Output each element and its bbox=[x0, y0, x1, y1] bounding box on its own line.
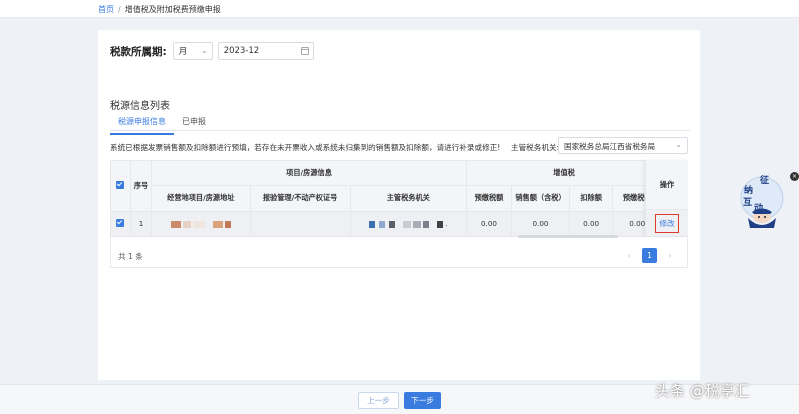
tab-declared[interactable]: 已申报 bbox=[174, 114, 214, 135]
authority-label: 主管税务机关: bbox=[511, 143, 560, 152]
project-group-header: 项目/房源信息 bbox=[151, 161, 467, 186]
period-date-value: 2023-12 bbox=[223, 46, 260, 56]
row-permit bbox=[250, 211, 351, 237]
redacted-block bbox=[192, 220, 205, 228]
row-prepay-tax: 0.00 bbox=[466, 211, 513, 237]
mascot-char-2: 纳 bbox=[744, 184, 753, 196]
redacted-block bbox=[389, 220, 396, 228]
tax-source-table: 序号 项目/房源信息 增值税 附 经营地项目/房源地址 报验管理/不动产权证号 … bbox=[110, 160, 688, 268]
vat-group-header: 增值税 bbox=[466, 161, 663, 186]
chevron-down-icon: ⌄ bbox=[201, 46, 208, 55]
authority-header: 主管税务机关 bbox=[350, 185, 467, 212]
row-site-redacted bbox=[151, 211, 251, 237]
prev-step-button[interactable]: 上一步 bbox=[358, 392, 399, 409]
prev-page-button[interactable]: ‹ bbox=[622, 251, 636, 260]
mascot-char-1: 征 bbox=[760, 174, 769, 186]
redacted-block bbox=[403, 220, 412, 228]
list-title: 税源信息列表 bbox=[110, 101, 170, 112]
authority-value: 国家税务总局江西省税务局 bbox=[564, 142, 656, 151]
tab-bar: 税源申报信息 已申报 bbox=[110, 114, 214, 135]
row-checkbox[interactable] bbox=[116, 218, 125, 227]
redacted-block bbox=[182, 220, 191, 228]
calendar-icon bbox=[300, 47, 309, 55]
tab-source-declaration[interactable]: 税源申报信息 bbox=[110, 114, 174, 135]
redacted-block bbox=[369, 220, 376, 228]
seq-header: 序号 bbox=[130, 161, 153, 212]
tax-period-row: 税款所属期: 月 ⌄ 2023-12 bbox=[110, 42, 314, 60]
total-count: 共 1 条 bbox=[118, 252, 143, 261]
row-sales: 0.00 bbox=[511, 211, 570, 237]
mascot-char-3: 互 bbox=[743, 197, 752, 208]
row-checkbox-cell bbox=[111, 211, 131, 237]
redacted-block bbox=[423, 220, 430, 228]
period-date-input[interactable]: 2023-12 bbox=[217, 42, 314, 60]
horizontal-scrollbar[interactable] bbox=[518, 235, 618, 238]
prefill-notice: 系统已根据发票销售额及扣除额进行预填，若存在未开票收入或系统未归集到的销售额及扣… bbox=[110, 143, 501, 152]
mascot-char-4: 动 bbox=[754, 203, 763, 214]
sales-header: 销售额（含税） bbox=[511, 185, 570, 212]
select-all-checkbox[interactable] bbox=[116, 180, 125, 189]
redacted-block bbox=[413, 220, 422, 228]
tax-period-label: 税款所属期: bbox=[110, 45, 167, 58]
redacted-block bbox=[212, 220, 223, 228]
redacted-block bbox=[379, 220, 386, 228]
row-deduct: 0.00 bbox=[569, 211, 614, 237]
ops-fixed-column: 操作 修改 bbox=[645, 160, 688, 236]
row-authority-redacted: . bbox=[350, 211, 467, 237]
table-row[interactable]: 1 . 0.00 0.00 0.00 0.00 bbox=[111, 211, 687, 237]
deduct-header: 扣除额 bbox=[569, 185, 614, 212]
redacted-block bbox=[170, 220, 181, 228]
main-card: 税款所属期: 月 ⌄ 2023-12 税源信息列表 税源申报信息 已申报 系统已… bbox=[98, 30, 700, 380]
site-header: 经营地项目/房源地址 bbox=[151, 185, 251, 212]
page-1-button[interactable]: 1 bbox=[642, 248, 657, 263]
edit-button[interactable]: 修改 bbox=[655, 213, 679, 233]
redacted-block bbox=[224, 220, 231, 228]
next-step-button[interactable]: 下一步 bbox=[404, 392, 441, 409]
breadcrumb-separator: / bbox=[118, 5, 121, 14]
next-page-button[interactable]: › bbox=[663, 251, 677, 260]
breadcrumb-home-link[interactable]: 首页 bbox=[98, 5, 114, 14]
permit-header: 报验管理/不动产权证号 bbox=[250, 185, 351, 212]
redacted-block bbox=[437, 220, 444, 228]
chevron-down-icon: ⌄ bbox=[675, 140, 682, 149]
authority-select[interactable]: 国家税务总局江西省税务局 ⌄ bbox=[558, 137, 688, 154]
breadcrumb-current: 增值税及附加税费预缴申报 bbox=[124, 5, 221, 14]
row-seq: 1 bbox=[130, 211, 153, 237]
breadcrumb: 首页 / 增值税及附加税费预缴申报 bbox=[98, 4, 221, 15]
pagination: ‹ 1 › bbox=[622, 248, 677, 263]
row-authority-tail: . bbox=[445, 219, 448, 228]
period-unit-value: 月 bbox=[178, 47, 188, 57]
ops-cell: 修改 bbox=[646, 210, 688, 236]
watermark-text: 头条 @税享汇 bbox=[655, 382, 750, 400]
prepay-tax-header: 预缴税额 bbox=[466, 185, 513, 212]
ops-header: 操作 bbox=[646, 160, 688, 210]
period-unit-select[interactable]: 月 ⌄ bbox=[172, 42, 213, 60]
tab-divider bbox=[110, 130, 690, 131]
close-icon[interactable]: × bbox=[790, 172, 799, 181]
assistant-mascot-icon[interactable]: 征 纳 互 动 bbox=[738, 172, 786, 230]
top-bar: 首页 / 增值税及附加税费预缴申报 bbox=[0, 0, 799, 18]
select-all-cell bbox=[111, 161, 131, 212]
